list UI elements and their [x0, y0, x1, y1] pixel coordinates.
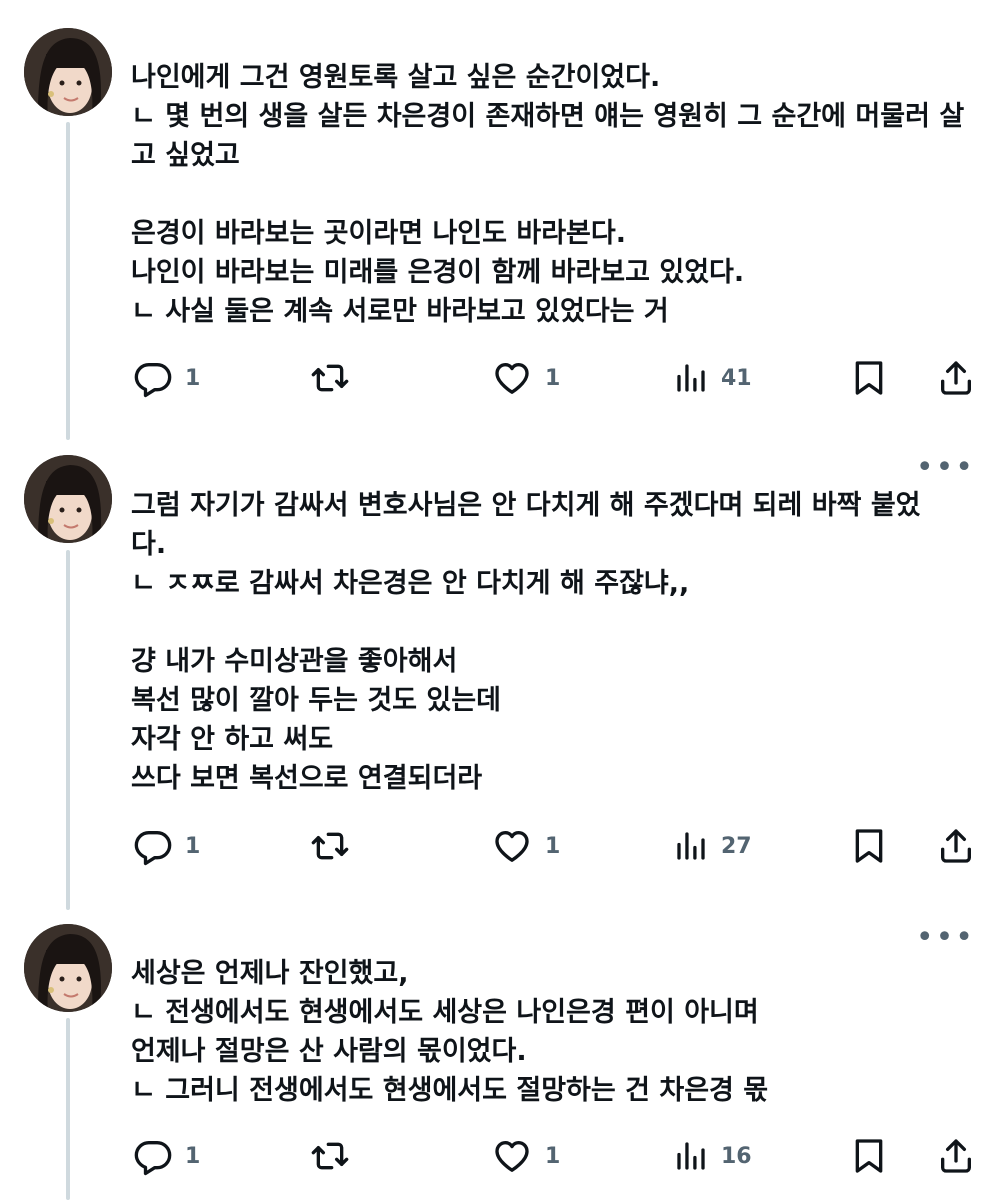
tweet-line — [131, 175, 981, 214]
tweet[interactable]: ••• 세상은 언제나 잔인했고, ㄴ 전생에서도 현생에서도 세상은 나인은경… — [0, 910, 1005, 1200]
heart-icon — [495, 1141, 529, 1172]
views-count: 16 — [721, 1143, 752, 1169]
reply-count: 1 — [185, 365, 201, 391]
reply-count: 1 — [185, 833, 201, 859]
heart-icon — [495, 831, 529, 862]
tweet-line: ㄴ 전생에서도 현생에서도 세상은 나인은경 편이 아니며 — [131, 997, 759, 1028]
views-count: 27 — [721, 833, 752, 859]
tweet-line — [131, 603, 981, 642]
tweet-line: ㄴ 몇 번의 생을 살든 차은경이 존재하면 얘는 영원히 그 순간에 머물러 … — [131, 101, 965, 171]
avatar[interactable] — [24, 924, 112, 1012]
tweet-text: 나인에게 그건 영원토록 살고 싶은 순간이었다. ㄴ 몇 번의 생을 살든 차… — [131, 58, 981, 331]
views-button[interactable]: 16 — [673, 1134, 752, 1178]
like-button[interactable]: 1 — [491, 356, 560, 400]
tweet[interactable]: ••• 그럼 자기가 감싸서 변호사님은 안 다치게 해 주겠다며 되레 바짝 … — [0, 440, 1005, 910]
tweet-line: 언제나 절망은 산 사람의 몫이었다. — [131, 1036, 527, 1067]
share-button[interactable] — [936, 1134, 976, 1178]
share-button[interactable] — [936, 356, 976, 400]
tweet-actions: 1 1 27 — [131, 824, 981, 868]
reply-button[interactable]: 1 — [133, 356, 200, 400]
share-icon — [941, 829, 971, 863]
reply-button[interactable]: 1 — [133, 824, 200, 868]
repost-icon — [311, 832, 349, 860]
views-button[interactable]: 27 — [673, 824, 752, 868]
views-button[interactable]: 41 — [673, 356, 752, 400]
bookmark-button[interactable] — [849, 356, 889, 400]
repost-icon — [311, 364, 349, 392]
like-button[interactable]: 1 — [491, 1134, 560, 1178]
tweet-line: 복선 많이 깔아 두는 것도 있는데 — [131, 685, 501, 716]
views-icon — [677, 1142, 705, 1170]
reply-count: 1 — [185, 1143, 201, 1169]
tweet-line: 세상은 언제나 잔인했고, — [131, 958, 409, 989]
tweet[interactable]: 나인에게 그건 영원토록 살고 싶은 순간이었다. ㄴ 몇 번의 생을 살든 차… — [0, 0, 1005, 440]
reply-icon — [134, 363, 172, 398]
tweet-line: 그럼 자기가 감싸서 변호사님은 안 다치게 해 주겠다며 되레 바짝 붙었다. — [131, 490, 921, 560]
share-button[interactable] — [936, 824, 976, 868]
tweet-actions: 1 1 41 — [131, 356, 981, 400]
share-icon — [941, 361, 971, 395]
repost-icon — [311, 1142, 349, 1170]
tweet-text: 세상은 언제나 잔인했고, ㄴ 전생에서도 현생에서도 세상은 나인은경 편이 … — [131, 954, 981, 1110]
like-count: 1 — [545, 1143, 561, 1169]
share-icon — [941, 1139, 971, 1173]
tweet-line: 나인에게 그건 영원토록 살고 싶은 순간이었다. — [131, 62, 661, 93]
reply-icon — [134, 831, 172, 866]
views-count: 41 — [721, 365, 752, 391]
like-button[interactable]: 1 — [491, 824, 560, 868]
tweet-line: 자각 안 하고 써도 — [131, 724, 334, 755]
avatar[interactable] — [24, 455, 112, 543]
reply-button[interactable]: 1 — [133, 1134, 200, 1178]
tweet-line: 쓰다 보면 복선으로 연결되더라 — [131, 763, 483, 794]
views-icon — [677, 364, 705, 392]
views-icon — [677, 832, 705, 860]
repost-button[interactable] — [309, 1134, 363, 1178]
bookmark-button[interactable] — [849, 824, 889, 868]
more-options-button[interactable]: ••• — [916, 923, 975, 953]
heart-icon — [495, 363, 529, 394]
more-options-button[interactable]: ••• — [916, 453, 975, 483]
like-count: 1 — [545, 833, 561, 859]
tweet-line: 나인이 바라보는 미래를 은경이 함께 바라보고 있었다. — [131, 257, 745, 288]
tweet-line: ㄴ ㅈㅉ로 감싸서 차은경은 안 다치게 해 주잖냐,, — [131, 568, 690, 599]
repost-button[interactable] — [309, 824, 363, 868]
tweet-actions: 1 1 16 — [131, 1134, 981, 1178]
tweet-line: 은경이 바라보는 곳이라면 나인도 바라본다. — [131, 218, 626, 249]
bookmark-icon — [855, 829, 883, 863]
reply-icon — [134, 1141, 172, 1176]
bookmark-icon — [855, 361, 883, 395]
like-count: 1 — [545, 365, 561, 391]
tweet-text: 그럼 자기가 감싸서 변호사님은 안 다치게 해 주겠다며 되레 바짝 붙었다.… — [131, 486, 981, 798]
tweet-line: ㄴ 그러니 전생에서도 현생에서도 절망하는 건 차은경 몫 — [131, 1075, 769, 1106]
tweet-line: 걍 내가 수미상관을 좋아해서 — [131, 646, 458, 677]
bookmark-button[interactable] — [849, 1134, 889, 1178]
tweet-line: ㄴ 사실 둘은 계속 서로만 바라보고 있었다는 거 — [131, 296, 669, 327]
repost-button[interactable] — [309, 356, 363, 400]
bookmark-icon — [855, 1139, 883, 1173]
avatar[interactable] — [24, 28, 112, 116]
